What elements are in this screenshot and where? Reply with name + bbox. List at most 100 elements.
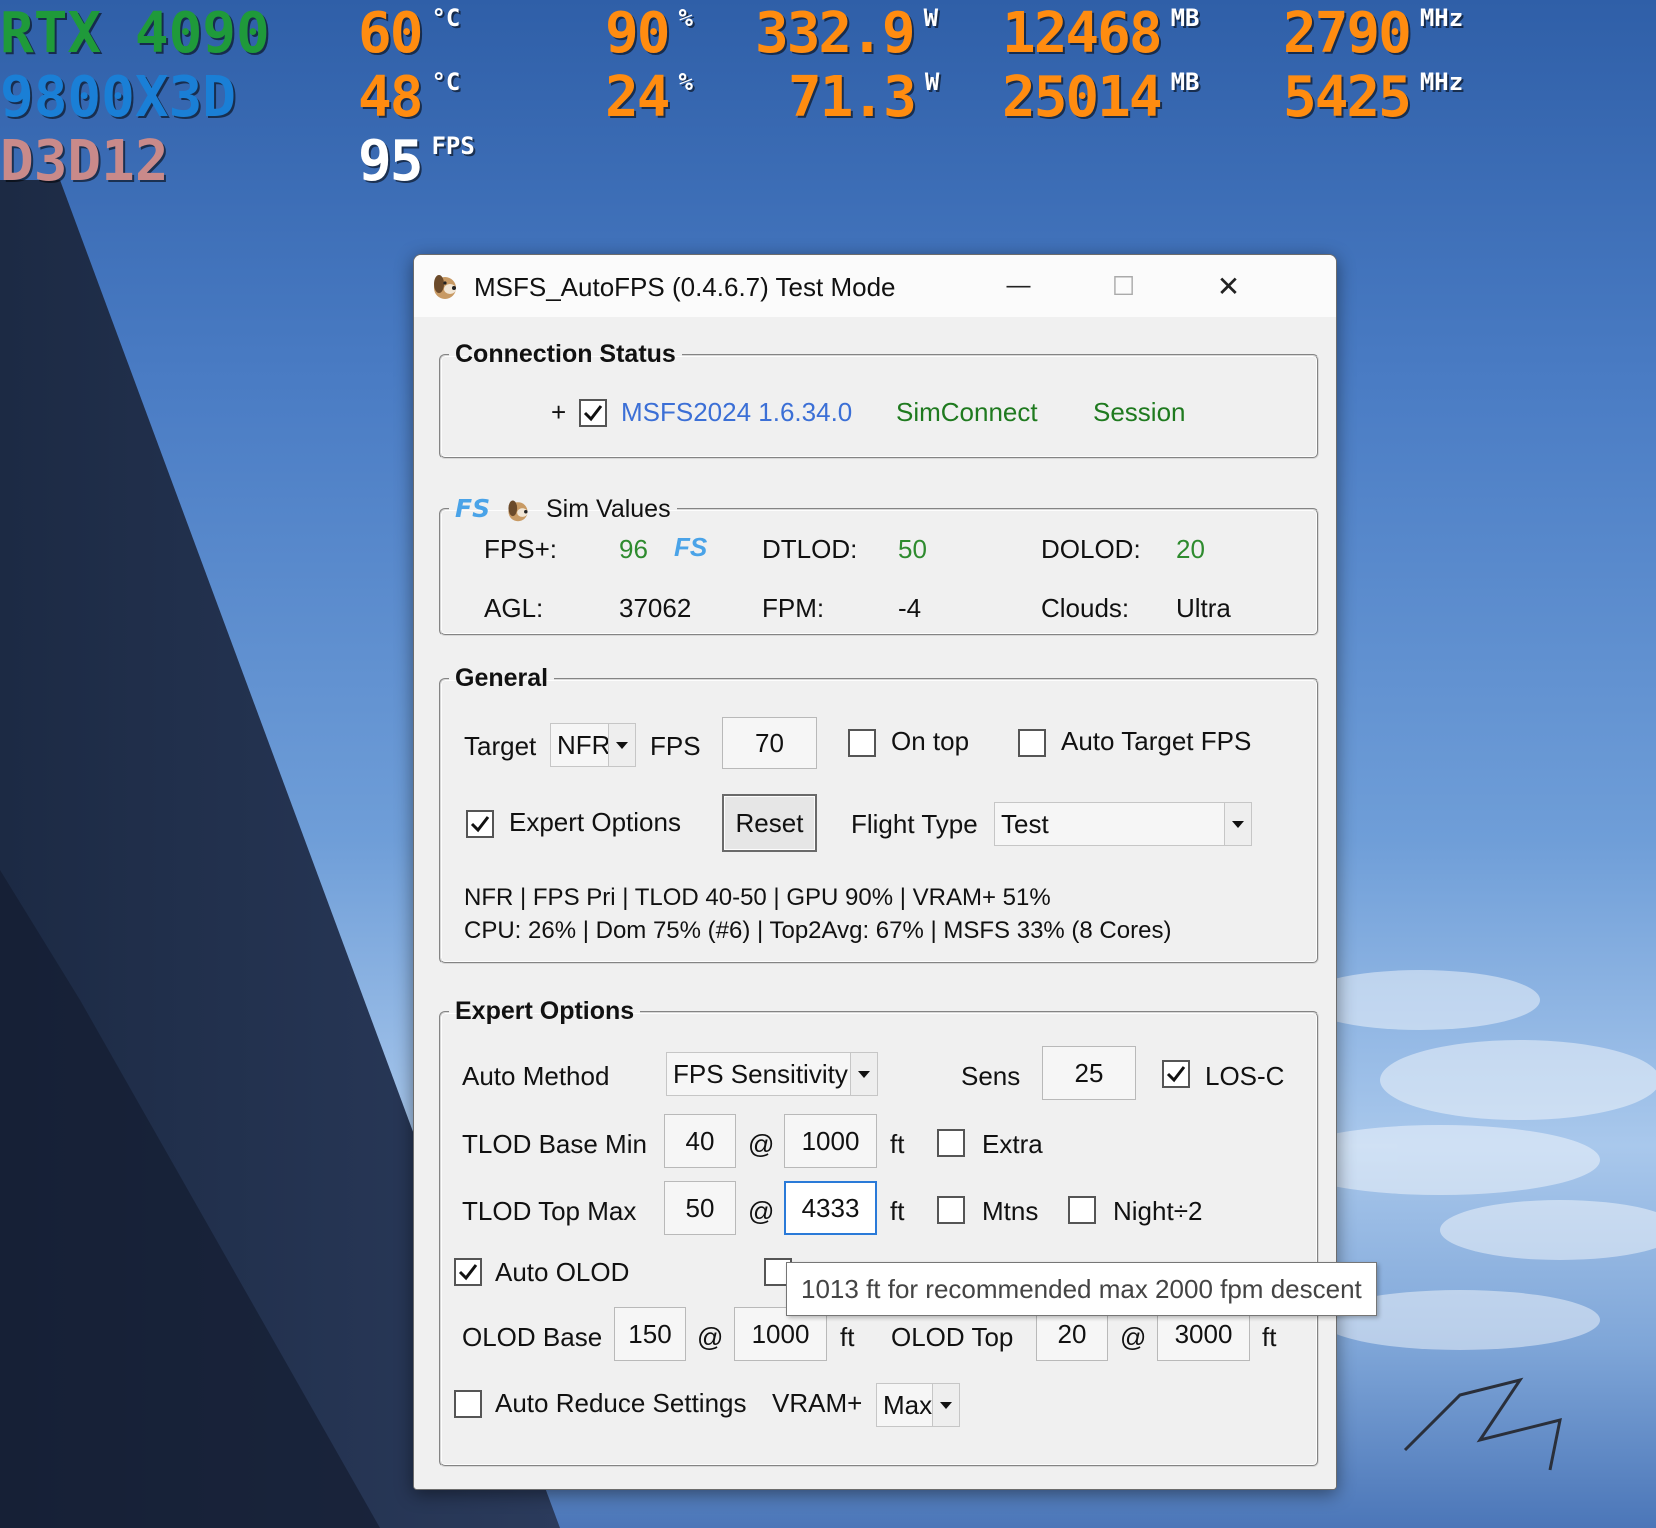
tlod-base-alt-input[interactable]: 1000 (784, 1114, 877, 1168)
extra-label: Extra (982, 1129, 1043, 1159)
dog-icon (505, 497, 531, 523)
osd-cpu-mem: 25014 MB (1002, 65, 1200, 130)
maximize-icon: ☐ (1111, 270, 1136, 301)
expert-options-checkbox[interactable] (466, 810, 494, 838)
clouds-label: Clouds: (1041, 593, 1130, 623)
agl-value: 37062 (619, 593, 692, 623)
close-button[interactable]: ✕ (1176, 255, 1281, 317)
window-title: MSFS_AutoFPS (0.4.6.7) Test Mode (474, 272, 896, 302)
connection-status-legend: Connection Status (455, 340, 676, 368)
fps-plus-label: FPS+: (484, 534, 557, 564)
clouds-value: Ultra (1176, 593, 1231, 623)
auto-reduce-label: Auto Reduce Settings (495, 1388, 747, 1418)
osd-api-name: D3D12 (0, 129, 169, 194)
fpm-value: -4 (898, 593, 922, 623)
target-select-value: NFR (557, 729, 611, 760)
auto-method-label: Auto Method (462, 1061, 610, 1091)
osd-gpu-name: RTX 4090 (0, 1, 270, 66)
ft-unit: ft (890, 1129, 905, 1159)
night-checkbox[interactable] (1068, 1196, 1096, 1224)
plus-label[interactable]: + (551, 397, 566, 428)
tlod-base-min-input[interactable]: 40 (664, 1114, 736, 1168)
osd-gpu-mem: 12468 MB (1002, 1, 1200, 66)
extra-checkbox[interactable] (937, 1129, 965, 1157)
target-label: Target (464, 731, 537, 761)
olod-base-label: OLOD Base (462, 1322, 603, 1352)
sens-label: Sens (961, 1061, 1021, 1091)
at-symbol: @ (748, 1129, 775, 1159)
flight-type-label: Flight Type (851, 809, 978, 839)
mtns-checkbox[interactable] (937, 1196, 965, 1224)
chevron-down-icon (1224, 803, 1251, 845)
osd-fps: 95 FPS (358, 129, 475, 194)
session-status: Session (1093, 397, 1186, 427)
osd-gpu-temp: 60 °C (358, 1, 461, 66)
osd-gpu-clock: 2790 MHz (1283, 1, 1464, 66)
los-c-checkbox[interactable] (1162, 1060, 1190, 1088)
title-bar[interactable]: MSFS_AutoFPS (0.4.6.7) Test Mode — ☐ ✕ (414, 255, 1336, 317)
vram-label: VRAM+ (772, 1388, 863, 1418)
on-top-checkbox[interactable] (848, 729, 876, 757)
maximize-button[interactable]: ☐ (1071, 255, 1176, 317)
check-icon (470, 816, 490, 833)
ft-unit: ft (1262, 1322, 1277, 1352)
auto-method-select[interactable]: FPS Sensitivity (666, 1052, 878, 1096)
minimize-icon: — (1006, 272, 1031, 299)
simconnect-status: SimConnect (896, 397, 1038, 427)
ft-unit: ft (840, 1322, 855, 1352)
chevron-down-icon (608, 724, 635, 766)
check-icon (583, 405, 603, 422)
flight-type-select[interactable]: Test (994, 802, 1252, 846)
check-icon (458, 1264, 478, 1281)
osd-cpu-name: 9800X3D (0, 65, 237, 130)
tlod-top-max-label: TLOD Top Max (462, 1196, 637, 1226)
osd-gpu-power: 332.9 W (755, 1, 939, 66)
auto-target-fps-checkbox[interactable] (1018, 729, 1046, 757)
los-c-label: LOS-C (1205, 1061, 1285, 1091)
night-label: Night÷2 (1113, 1196, 1203, 1226)
fpm-label: FPM: (762, 593, 825, 623)
aircraft-logo-sketch (1403, 1377, 1562, 1471)
sim-values-legend: FS Sim Values (449, 494, 677, 524)
minimize-button[interactable]: — (966, 255, 1071, 317)
fps-label: FPS (650, 731, 701, 761)
osd-cpu-temp: 48 °C (358, 65, 461, 130)
at-symbol: @ (697, 1322, 724, 1352)
tlod-top-max-input[interactable]: 50 (664, 1181, 736, 1235)
on-top-label: On top (891, 726, 970, 756)
dtlod-value: 50 (898, 534, 927, 564)
osd-gpu-load: 90% (605, 1, 693, 66)
chevron-down-icon (932, 1384, 959, 1426)
fps-plus-value: 96 (619, 534, 648, 564)
vram-select-value: Max (883, 1389, 933, 1420)
fs-small-icon: FS (674, 532, 708, 562)
sim-checkbox[interactable] (579, 399, 607, 427)
sim-version-label: MSFS2024 1.6.34.0 (621, 397, 853, 427)
sens-input[interactable]: 25 (1042, 1046, 1136, 1100)
target-fps-input[interactable]: 70 (722, 717, 817, 769)
expert-options-label: Expert Options (509, 807, 681, 837)
status-line-2: CPU: 26% | Dom 75% (#6) | Top2Avg: 67% |… (464, 917, 1172, 944)
tlod-top-alt-input[interactable]: 4333 (784, 1181, 877, 1235)
olod-top-label: OLOD Top (891, 1322, 1014, 1352)
status-line-1: NFR | FPS Pri | TLOD 40-50 | GPU 90% | V… (464, 884, 1051, 911)
tlod-base-min-label: TLOD Base Min (462, 1129, 647, 1159)
olod-base-input[interactable]: 150 (614, 1307, 686, 1361)
vram-select[interactable]: Max (876, 1383, 960, 1427)
close-icon: ✕ (1216, 270, 1241, 302)
agl-label: AGL: (484, 593, 544, 623)
target-select[interactable]: NFR (550, 723, 636, 767)
ft-unit: ft (890, 1196, 905, 1226)
auto-reduce-checkbox[interactable] (454, 1390, 482, 1418)
dog-app-icon (434, 275, 456, 299)
mtns-label: Mtns (982, 1196, 1039, 1226)
auto-method-select-value: FPS Sensitivity (673, 1058, 848, 1089)
at-symbol: @ (748, 1196, 775, 1226)
auto-olod-checkbox[interactable] (454, 1258, 482, 1286)
reset-button[interactable]: Reset (722, 794, 817, 852)
dtlod-label: DTLOD: (762, 534, 858, 564)
dolod-label: DOLOD: (1041, 534, 1141, 564)
tooltip: 1013 ft for recommended max 2000 fpm des… (786, 1262, 1377, 1316)
chevron-down-icon (850, 1053, 877, 1095)
fs-logo-icon: FS (455, 494, 491, 523)
